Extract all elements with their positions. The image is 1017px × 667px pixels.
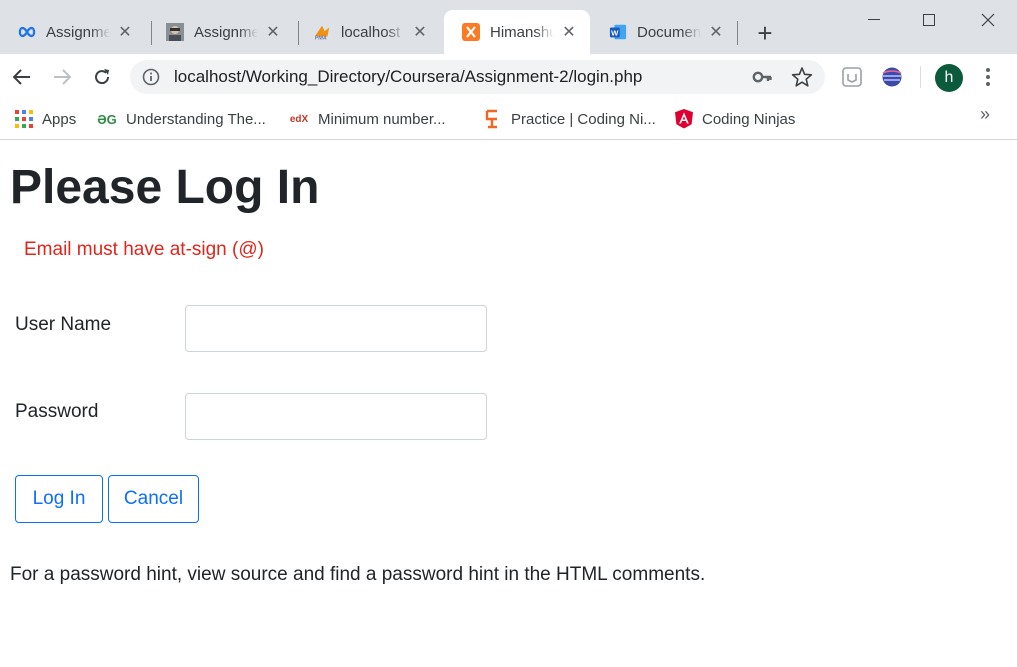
bookmark-coding-ninjas[interactable]: Coding Ninjas [674, 107, 795, 131]
close-icon[interactable]: ✕ [411, 23, 429, 41]
bookmark-label: Minimum number... [318, 110, 446, 128]
bookmark-practice-coding[interactable]: Practice | Coding Ni... [483, 107, 656, 131]
bookmark-label: Practice | Coding Ni... [511, 110, 656, 128]
tab-localhost[interactable]: PMA localhost / ✕ [295, 10, 441, 54]
coding-ninjas-icon [483, 109, 503, 129]
forward-arrow-icon [54, 69, 71, 85]
bookmark-understanding[interactable]: ƏG Understanding The... [96, 107, 266, 131]
browser-titlebar: Assignment ✕ Assignment ✕ PMA localhost … [0, 0, 1017, 54]
toolbar-divider [920, 66, 921, 88]
bookmarks-bar: Apps ƏG Understanding The... edX Minimum… [0, 100, 1017, 140]
password-hint-text: For a password hint, view source and fin… [10, 564, 706, 585]
tab-label: Himanshu [490, 23, 554, 41]
password-label: Password [15, 401, 99, 422]
tab-document[interactable]: W Document ✕ [591, 10, 737, 54]
tab-label: Document [637, 23, 701, 41]
tab-himanshu-active[interactable]: Himanshu ✕ [444, 10, 590, 54]
profile-initial: h [944, 69, 954, 86]
bookmark-apps[interactable]: Apps [14, 107, 76, 131]
infinity-icon [18, 23, 36, 41]
close-window-button[interactable] [966, 6, 1010, 34]
bookmark-label: Apps [42, 110, 77, 128]
password-input[interactable] [185, 393, 487, 440]
page-title: Please Log In [10, 161, 320, 214]
bookmark-minimum-number[interactable]: edX Minimum number... [288, 107, 446, 131]
extension-icon[interactable] [841, 66, 863, 88]
bookmarks-overflow-button[interactable]: » [980, 104, 990, 125]
close-icon[interactable]: ✕ [707, 23, 725, 41]
avatar-icon [166, 23, 184, 41]
new-tab-button[interactable]: + [751, 19, 779, 47]
error-message: Email must have at-sign (@) [24, 239, 264, 260]
close-icon[interactable]: ✕ [116, 23, 134, 41]
tab-label: localhost / [341, 23, 405, 41]
back-button[interactable] [7, 62, 37, 92]
svg-text:PMA: PMA [315, 36, 327, 41]
close-icon[interactable]: ✕ [560, 23, 578, 41]
username-label: User Name [15, 314, 112, 335]
tab-separator [737, 21, 738, 45]
address-bar[interactable]: localhost/Working_Directory/Coursera/Ass… [130, 60, 825, 94]
username-input[interactable] [185, 305, 487, 352]
bookmark-star-icon[interactable] [791, 66, 813, 88]
svg-text:W: W [611, 28, 619, 37]
bookmark-label: Understanding The... [126, 110, 266, 128]
apps-grid-icon [14, 109, 34, 129]
extension-globe-icon[interactable] [881, 66, 903, 88]
reload-icon [95, 69, 110, 85]
login-button[interactable]: Log In [15, 475, 103, 523]
reload-button[interactable] [87, 62, 117, 92]
bookmark-label: Coding Ninjas [702, 110, 796, 128]
geeksforgeeks-icon: ƏG [97, 111, 117, 127]
word-icon: W [609, 23, 627, 41]
tab-label: Assignment [46, 23, 110, 41]
maximize-button[interactable] [907, 6, 951, 34]
tab-label: Assignment [194, 23, 258, 41]
forward-button[interactable] [47, 62, 77, 92]
tab-assignment-1[interactable]: Assignment ✕ [0, 10, 146, 54]
phpmyadmin-icon: PMA [313, 23, 331, 41]
edx-icon: edX [289, 113, 309, 125]
xampp-icon [462, 23, 480, 41]
info-icon[interactable] [142, 68, 160, 86]
back-arrow-icon [13, 69, 30, 85]
close-icon[interactable]: ✕ [264, 23, 282, 41]
profile-avatar[interactable]: h [935, 64, 963, 92]
minimize-button[interactable] [852, 6, 896, 34]
key-icon[interactable] [752, 68, 772, 86]
tab-assignment-2[interactable]: Assignment ✕ [148, 10, 294, 54]
cancel-button[interactable]: Cancel [108, 475, 199, 523]
browser-toolbar: localhost/Working_Directory/Coursera/Ass… [0, 54, 1017, 100]
page-content: Please Log In Email must have at-sign (@… [0, 140, 1017, 667]
url-text[interactable]: localhost/Working_Directory/Coursera/Ass… [174, 67, 642, 87]
angular-icon [674, 109, 694, 129]
menu-kebab-icon[interactable] [978, 65, 998, 89]
